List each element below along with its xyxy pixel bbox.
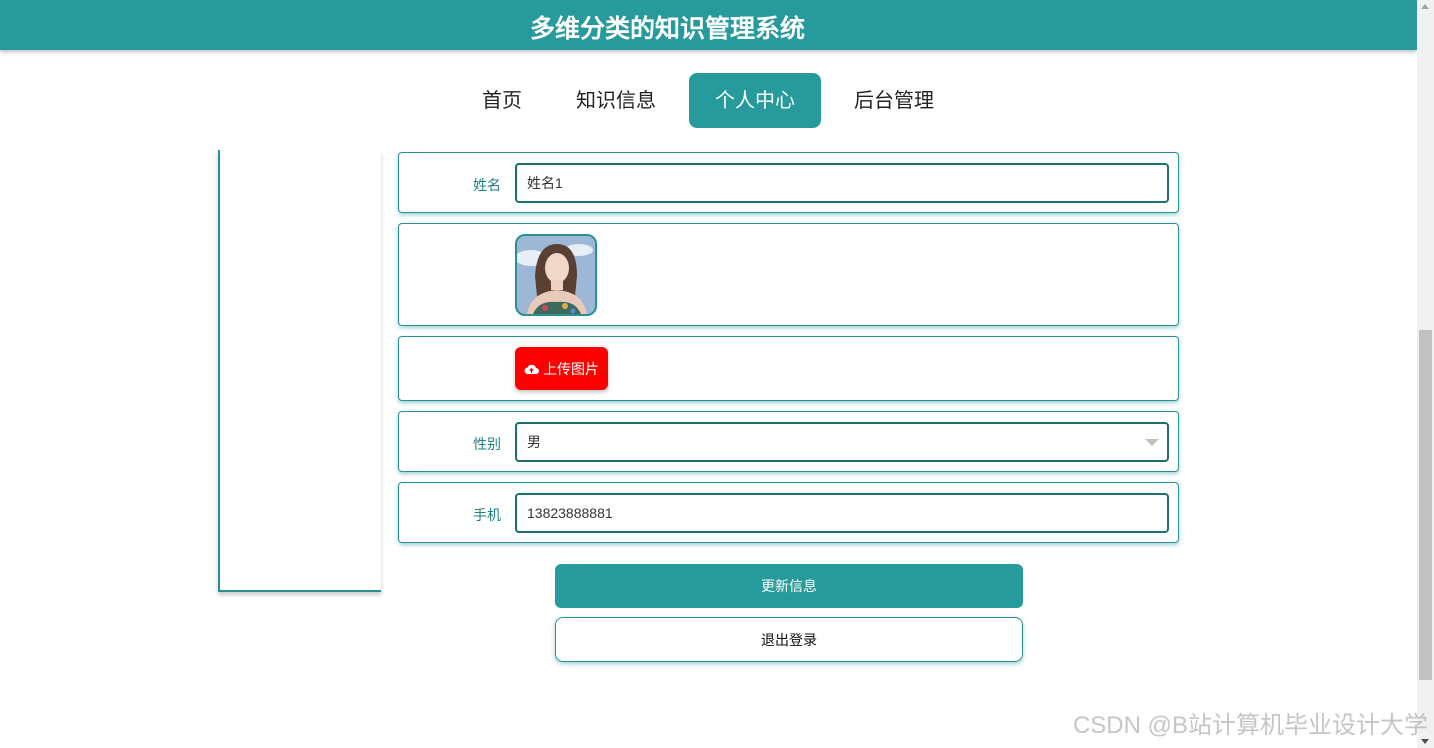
update-info-button[interactable]: 更新信息 — [555, 564, 1023, 608]
main-nav: 首页 知识信息 个人中心 后台管理 — [0, 73, 1417, 128]
phone-row: 手机 13823888881 — [398, 482, 1179, 543]
app-header: 多维分类的知识管理系统 — [0, 0, 1417, 50]
name-row: 姓名 姓名1 — [398, 152, 1179, 213]
upload-image-button[interactable]: 上传图片 — [515, 347, 608, 390]
gender-select[interactable]: 男 — [515, 422, 1169, 462]
name-input[interactable]: 姓名1 — [515, 163, 1169, 203]
cloud-upload-icon — [524, 364, 539, 374]
avatar-image — [515, 234, 597, 316]
logout-button[interactable]: 退出登录 — [555, 617, 1023, 662]
phone-input[interactable]: 13823888881 — [515, 493, 1169, 533]
app-title: 多维分类的知识管理系统 — [530, 14, 806, 43]
gender-selected-value: 男 — [527, 434, 541, 450]
name-label: 姓名 — [473, 178, 501, 194]
phone-label: 手机 — [473, 508, 501, 524]
chevron-down-icon — [1145, 439, 1159, 446]
watermark: CSDN @B站计算机毕业设计大学 — [1072, 712, 1428, 739]
scroll-thumb[interactable] — [1419, 330, 1432, 680]
side-menu-panel — [218, 150, 381, 592]
gender-row: 性别 男 — [398, 411, 1179, 472]
nav-item-admin[interactable]: 后台管理 — [844, 73, 944, 128]
upload-button-label: 上传图片 — [543, 360, 599, 377]
avatar-row — [398, 223, 1179, 326]
nav-item-knowledge[interactable]: 知识信息 — [566, 73, 666, 128]
scroll-up-icon[interactable] — [1421, 4, 1429, 9]
nav-item-home[interactable]: 首页 — [470, 73, 534, 128]
upload-row: 上传图片 — [398, 336, 1179, 401]
nav-item-personal-center[interactable]: 个人中心 — [689, 73, 821, 128]
gender-label: 性别 — [473, 437, 501, 453]
scrollbar[interactable] — [1417, 0, 1434, 748]
avatar-illustration — [517, 236, 595, 314]
